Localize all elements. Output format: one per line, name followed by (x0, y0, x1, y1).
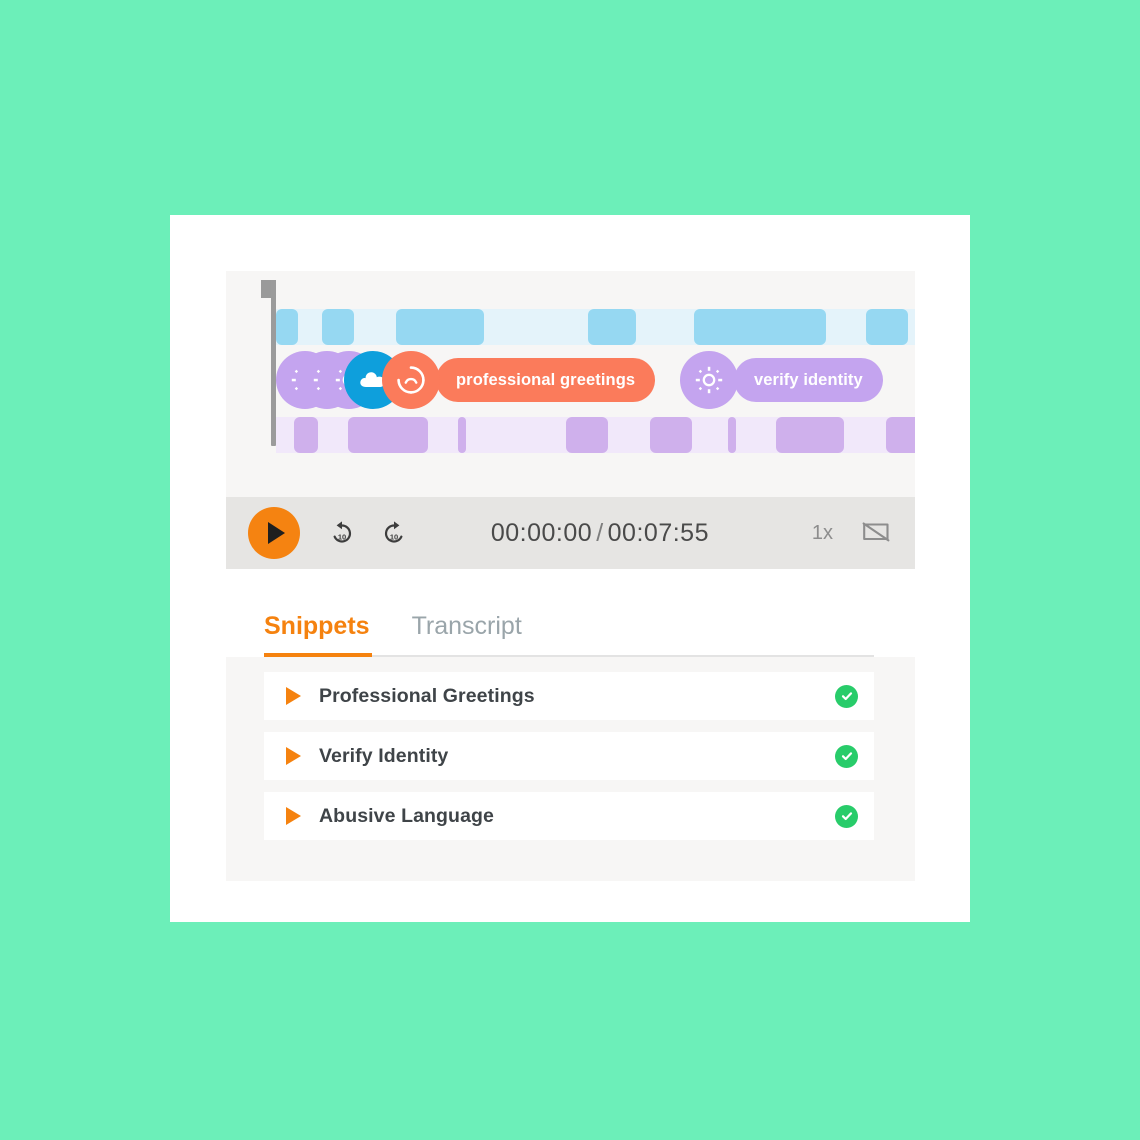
timeline-segment[interactable] (322, 309, 354, 345)
timeline-segment[interactable] (396, 309, 484, 345)
playhead[interactable] (271, 280, 276, 446)
check-icon (841, 812, 852, 821)
snippet-label: Verify Identity (319, 744, 449, 767)
snippet-row[interactable]: Professional Greetings (264, 672, 874, 720)
smiley-icon (397, 366, 425, 394)
snippets-panel: Professional Greetings Verify Identity Abu… (226, 657, 915, 881)
page-background: professional greetings verify identity 10 (0, 0, 1140, 1140)
player-control-bar: 10 10 00:00:00/00:07:55 1x (226, 497, 915, 569)
timeline-segment[interactable] (728, 417, 736, 453)
media-player-card: professional greetings verify identity 10 (170, 215, 970, 922)
timeline-event-sun[interactable] (680, 351, 738, 409)
screen-off-icon (862, 522, 890, 542)
check-icon (841, 692, 852, 701)
timeline-tag-pill[interactable]: professional greetings (436, 358, 656, 402)
timeline-segment[interactable] (886, 417, 915, 453)
current-time: 00:00:00 (490, 518, 593, 547)
timeline-segment[interactable] (458, 417, 466, 453)
snippet-status-badge (835, 744, 858, 768)
timeline-segment[interactable] (348, 417, 428, 453)
snippet-row[interactable]: Verify Identity (264, 732, 874, 780)
snippet-play-icon[interactable] (286, 747, 301, 765)
timeline-segment[interactable] (294, 417, 318, 453)
total-time: 00:07:55 (607, 518, 709, 547)
timeline-segment[interactable] (776, 417, 844, 453)
snippet-label: Professional Greetings (319, 684, 535, 707)
timeline-segment[interactable] (650, 417, 692, 453)
snippet-play-icon[interactable] (286, 687, 301, 705)
snippet-label: Abusive Language (319, 804, 494, 827)
timeline-tag-pill[interactable]: verify identity (734, 358, 883, 402)
check-icon (841, 752, 852, 761)
time-separator: / (596, 518, 604, 547)
timeline-event-smiley[interactable] (382, 351, 440, 409)
snippet-play-icon[interactable] (286, 807, 301, 825)
playback-speed-button[interactable]: 1x (812, 522, 833, 545)
time-display: 00:00:00/00:07:55 (388, 519, 812, 548)
timeline-track-customer[interactable] (276, 417, 915, 453)
svg-text:10: 10 (338, 532, 346, 541)
content-tabs: Snippets Transcript (264, 595, 874, 657)
timeline-tag-label: professional greetings (456, 370, 636, 389)
timeline-segment[interactable] (694, 309, 826, 345)
skip-back-10-button[interactable]: 10 (322, 513, 362, 553)
timeline-segment[interactable] (588, 309, 636, 345)
snippets-list: Professional Greetings Verify Identity Abu… (264, 672, 874, 852)
timeline-segment[interactable] (866, 309, 908, 345)
play-icon (268, 522, 285, 544)
timeline-track-agent[interactable] (276, 309, 915, 345)
snippet-status-badge (835, 804, 858, 828)
snippet-row[interactable]: Abusive Language (264, 792, 874, 840)
timeline-panel: professional greetings verify identity (226, 271, 915, 497)
timeline-segment[interactable] (566, 417, 608, 453)
tab-snippets[interactable]: Snippets (264, 612, 370, 655)
snippet-status-badge (835, 684, 858, 708)
timeline-tag-label: verify identity (754, 370, 863, 389)
tab-transcript[interactable]: Transcript (412, 612, 522, 655)
captions-toggle-button[interactable] (859, 516, 893, 550)
timeline-segment[interactable] (276, 309, 298, 345)
rewind-10-icon: 10 (333, 521, 352, 543)
timeline-chip-row: professional greetings verify identity (276, 351, 915, 409)
sun-icon (695, 366, 723, 394)
play-button[interactable] (248, 507, 300, 559)
